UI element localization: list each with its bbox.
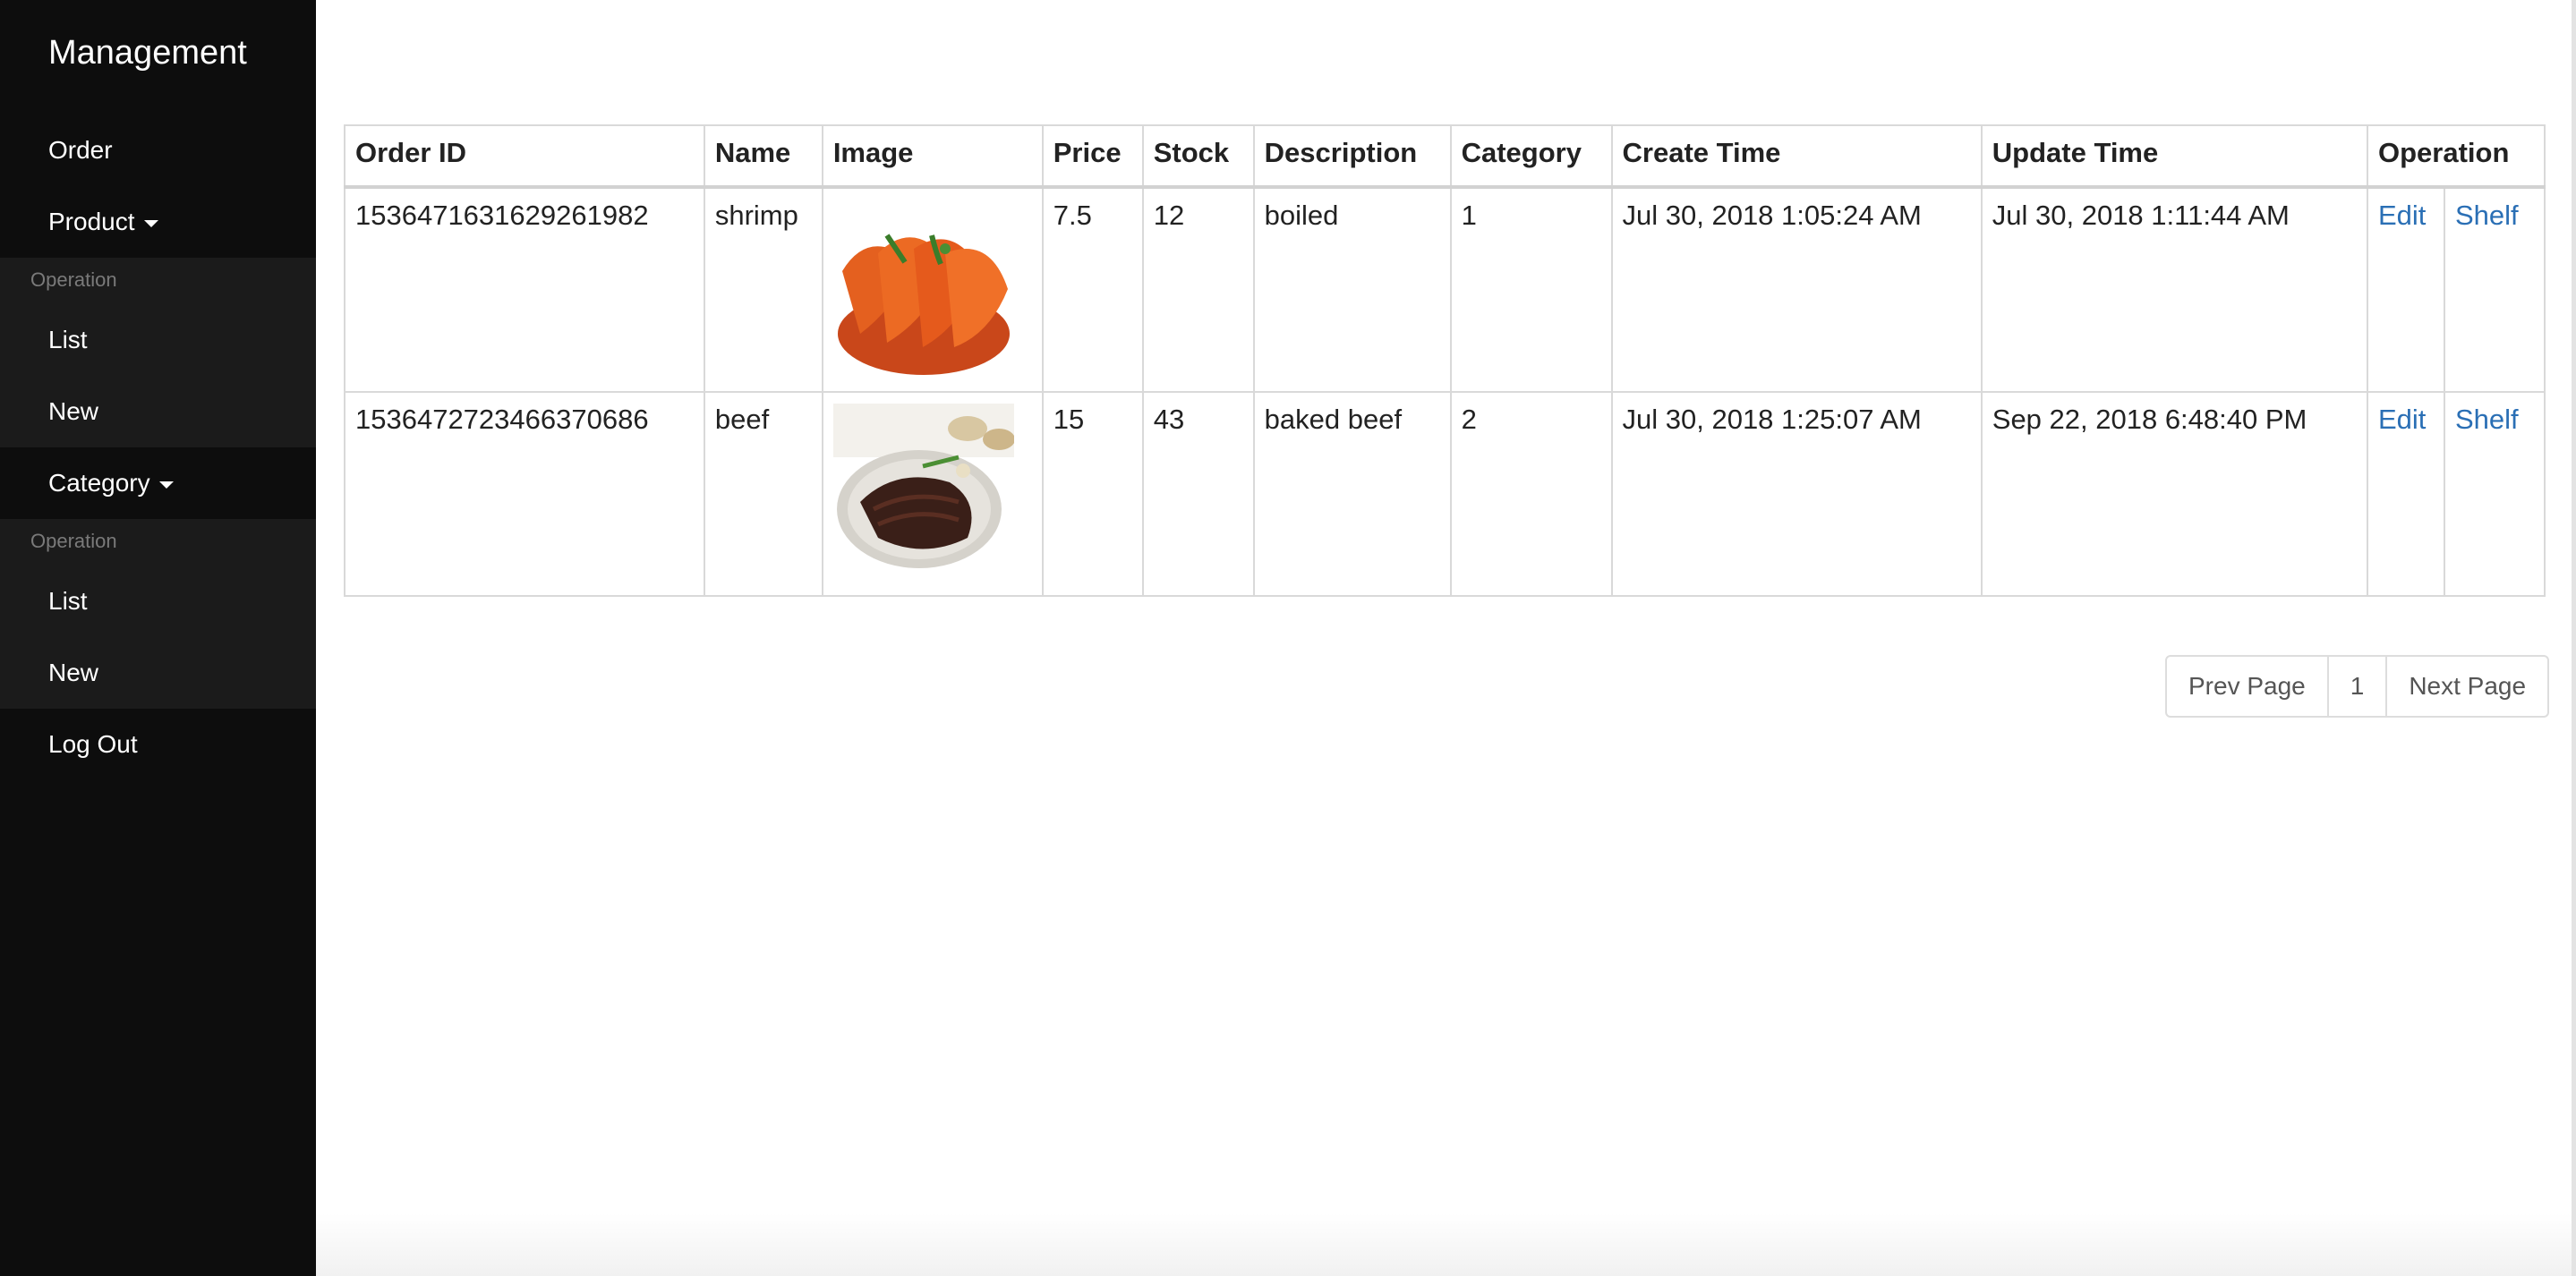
header-image: Image [821, 124, 1044, 189]
window-right-edge [2572, 0, 2576, 1276]
header-category: Category [1449, 124, 1613, 189]
cell-image [821, 186, 1044, 393]
table-row: 1536472723466370686 beef 15 43 baked bee… [344, 391, 2546, 597]
bottom-shadow [316, 1213, 2576, 1276]
cell-edit: Edit [2366, 186, 2445, 393]
sidebar-item-product-label: Product [48, 208, 135, 235]
edit-link[interactable]: Edit [2378, 200, 2426, 231]
header-name: Name [703, 124, 823, 189]
cell-update-time: Sep 22, 2018 6:48:40 PM [1980, 391, 2368, 597]
header-description: Description [1252, 124, 1452, 189]
header-price: Price [1041, 124, 1144, 189]
cell-stock: 43 [1141, 391, 1255, 597]
brand-title[interactable]: Management [48, 34, 247, 72]
caret-down-icon [143, 219, 158, 227]
cell-category: 1 [1449, 186, 1613, 393]
sidebar-item-category[interactable]: Category [0, 447, 316, 519]
cell-stock: 12 [1141, 186, 1255, 393]
caret-down-icon [158, 481, 174, 489]
cell-order-id: 1536472723466370686 [344, 391, 705, 597]
sidebar-item-product-list[interactable]: List [0, 304, 316, 376]
header-order-id: Order ID [344, 124, 705, 189]
cell-category: 2 [1449, 391, 1613, 597]
cell-description: boiled [1252, 186, 1452, 393]
sidebar-item-category-label: Category [48, 469, 150, 497]
shrimp-photo-icon [832, 200, 1014, 380]
sidebar-item-product-new[interactable]: New [0, 376, 316, 447]
table-row: 1536471631629261982 shrimp 7.5 12 boiled… [344, 186, 2546, 393]
cell-shelf: Shelf [2443, 186, 2546, 393]
cell-image [821, 391, 1044, 597]
cell-price: 7.5 [1041, 186, 1144, 393]
cell-price: 15 [1041, 391, 1144, 597]
cell-description: baked beef [1252, 391, 1452, 597]
category-submenu-header: Operation [30, 530, 117, 552]
edit-link[interactable]: Edit [2378, 404, 2426, 435]
cell-shelf: Shelf [2443, 391, 2546, 597]
product-submenu-header: Operation [30, 268, 117, 291]
shelf-link[interactable]: Shelf [2455, 404, 2519, 435]
cell-order-id: 1536471631629261982 [344, 186, 705, 393]
sidebar-item-category-list[interactable]: List [0, 566, 316, 637]
sidebar: Management Order Product Operation List … [0, 0, 316, 1276]
app-root: Management Order Product Operation List … [0, 0, 2576, 1276]
cell-name: shrimp [703, 186, 823, 393]
beef-photo-icon [832, 404, 1014, 584]
cell-update-time: Jul 30, 2018 1:11:44 AM [1980, 186, 2368, 393]
cell-create-time: Jul 30, 2018 1:05:24 AM [1610, 186, 1983, 393]
table-header-row: Order ID Name Image Price Stock Descript… [344, 124, 2546, 189]
sidebar-item-order[interactable]: Order [0, 115, 316, 186]
main-content: Order ID Name Image Price Stock Descript… [316, 0, 2576, 1276]
next-page-button[interactable]: Next Page [2385, 655, 2550, 718]
cell-name: beef [703, 391, 823, 597]
sidebar-item-category-new[interactable]: New [0, 637, 316, 709]
header-operation: Operation [2366, 124, 2546, 189]
header-stock: Stock [1141, 124, 1255, 189]
cell-create-time: Jul 30, 2018 1:25:07 AM [1610, 391, 1983, 597]
pagination: Prev Page 1 Next Page [2165, 655, 2550, 718]
prev-page-button[interactable]: Prev Page [2165, 655, 2329, 718]
sidebar-item-logout[interactable]: Log Out [0, 709, 316, 780]
shelf-link[interactable]: Shelf [2455, 200, 2519, 231]
header-create-time: Create Time [1610, 124, 1983, 189]
sidebar-item-product[interactable]: Product [0, 186, 316, 258]
header-update-time: Update Time [1980, 124, 2368, 189]
cell-edit: Edit [2366, 391, 2445, 597]
product-table: Order ID Name Image Price Stock Descript… [344, 124, 2546, 597]
page-number-button[interactable]: 1 [2326, 655, 2388, 718]
